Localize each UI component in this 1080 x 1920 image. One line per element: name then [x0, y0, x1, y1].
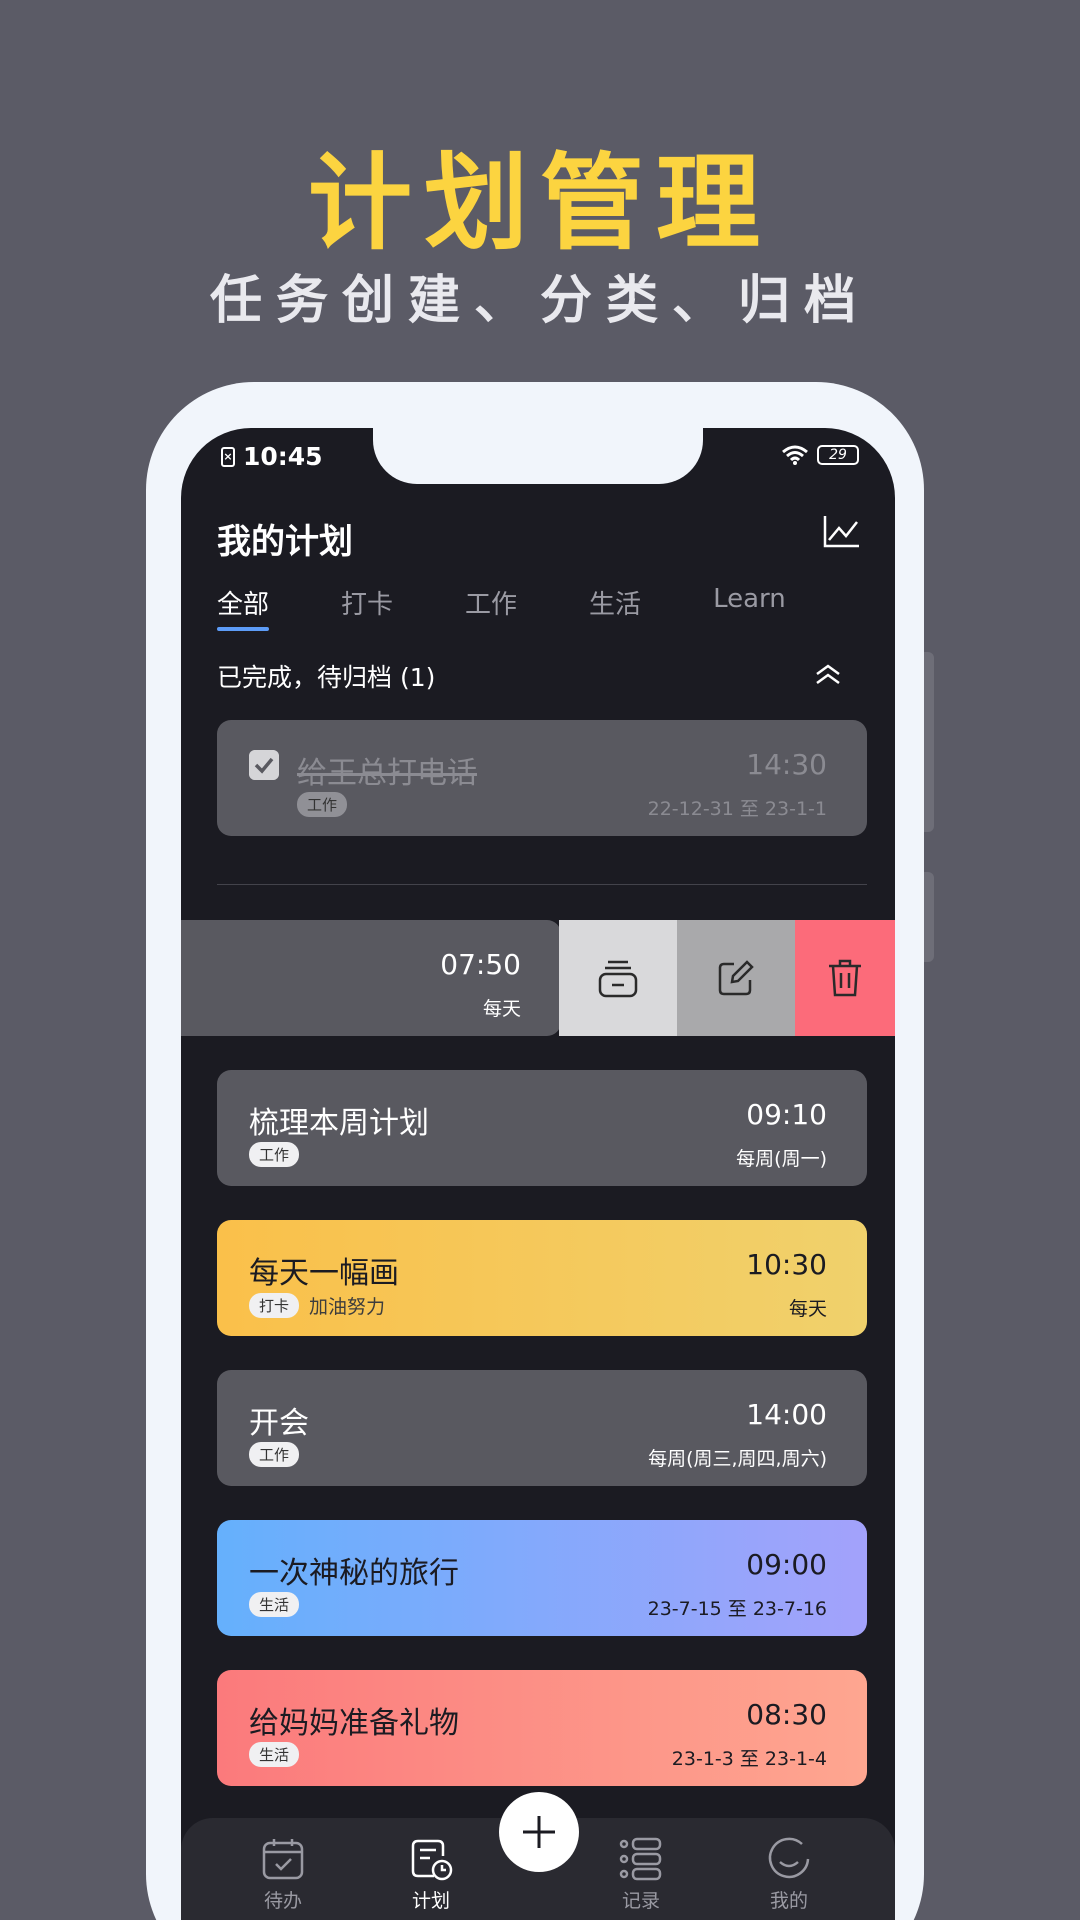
- nav-plan-label: 计划: [411, 1890, 450, 1912]
- category-tabs: 全部 打卡 工作 生活 Learn: [217, 584, 858, 631]
- plan-card[interactable]: 开会 14:00 工作 每周(周三,周四,周六): [217, 1370, 867, 1486]
- completed-plan-card[interactable]: 给王总打电话 14:30 工作 22-12-31 至 23-1-1: [217, 720, 867, 836]
- plan-card[interactable]: 一次神秘的旅行 09:00 生活 23-7-15 至 23-7-16: [217, 1520, 867, 1636]
- archive-icon: [598, 960, 638, 998]
- category-tag: 工作: [297, 792, 348, 817]
- chart-icon[interactable]: [821, 514, 861, 550]
- plan-title: 开会: [249, 1406, 309, 1441]
- plan-date-range: 23-1-3 至 23-1-4: [671, 1748, 827, 1770]
- edit-button[interactable]: [677, 920, 795, 1036]
- plan-time: 10:30: [746, 1248, 827, 1281]
- chevron-up-icon[interactable]: [813, 660, 843, 690]
- plan-date-range: 23-7-15 至 23-7-16: [647, 1598, 827, 1620]
- phone-screen: × 10:45 29 我的计划 全部 打卡 工作 生活 Learn 已完成，待归…: [181, 428, 895, 1920]
- nav-record[interactable]: 记录: [581, 1836, 701, 1913]
- swiped-plan-row[interactable]: 07:50 每天: [181, 920, 895, 1036]
- plan-card[interactable]: 给妈妈准备礼物 08:30 生活 23-1-3 至 23-1-4: [217, 1670, 867, 1786]
- tab-learn[interactable]: Learn: [713, 584, 786, 629]
- tab-all[interactable]: 全部: [217, 584, 270, 631]
- delete-button[interactable]: [795, 920, 895, 1036]
- plan-tag-row: 打卡 加油努力: [249, 1292, 385, 1319]
- nav-me[interactable]: 我的: [729, 1836, 849, 1913]
- plan-title: 给王总打电话: [297, 756, 477, 791]
- tab-life[interactable]: 生活: [589, 584, 641, 629]
- plan-title: 一次神秘的旅行: [249, 1556, 459, 1591]
- battery-icon: 29: [817, 445, 859, 465]
- plus-icon: [523, 1816, 555, 1848]
- plan-card[interactable]: 梳理本周计划 09:10 工作 每周(周一): [217, 1070, 867, 1186]
- plan-tag-row: 工作: [249, 1442, 300, 1467]
- plan-note: 加油努力: [309, 1296, 386, 1318]
- side-button-power: [924, 872, 934, 962]
- checkbox-checked-icon[interactable]: [249, 750, 279, 780]
- plan-title: 梳理本周计划: [249, 1106, 429, 1141]
- status-time: 10:45: [243, 442, 323, 471]
- plan-time: 14:00: [746, 1398, 827, 1431]
- tab-checkin[interactable]: 打卡: [341, 584, 393, 629]
- archive-button[interactable]: [559, 920, 677, 1036]
- category-tag: 生活: [249, 1592, 300, 1617]
- record-list-icon: [619, 1837, 662, 1881]
- plan-clock-icon: [411, 1839, 453, 1881]
- plan-tag-row: 生活: [249, 1742, 300, 1767]
- plan-title: 给妈妈准备礼物: [249, 1706, 459, 1741]
- edit-icon: [718, 960, 754, 996]
- plan-card[interactable]: 每天一幅画 10:30 打卡 加油努力 每天: [217, 1220, 867, 1336]
- category-tag: 工作: [249, 1442, 300, 1467]
- plan-repeat: 每天: [482, 998, 521, 1020]
- plan-time: 14:30: [746, 748, 827, 781]
- nav-plan[interactable]: 计划: [371, 1836, 491, 1913]
- hero-title: 计划管理: [307, 141, 772, 264]
- plan-time: 07:50: [440, 948, 521, 981]
- plan-time: 09:00: [746, 1548, 827, 1581]
- page-title: 我的计划: [217, 522, 353, 562]
- plan-date-range: 22-12-31 至 23-1-1: [647, 798, 827, 820]
- nav-record-label: 记录: [621, 1890, 660, 1912]
- nav-todo[interactable]: 待办: [223, 1836, 343, 1913]
- status-bar-left: × 10:45: [221, 442, 323, 471]
- trash-icon: [829, 959, 861, 997]
- swiped-plan-card[interactable]: 07:50 每天: [181, 920, 561, 1036]
- category-tag: 生活: [249, 1742, 300, 1767]
- divider: [217, 884, 867, 885]
- category-tag: 工作: [249, 1142, 300, 1167]
- plan-repeat: 每周(周一): [736, 1148, 827, 1170]
- side-button-volume: [924, 652, 934, 832]
- category-tag: 打卡: [249, 1293, 300, 1318]
- notch: [373, 428, 703, 484]
- nav-todo-label: 待办: [263, 1890, 302, 1912]
- wifi-icon: [782, 445, 808, 465]
- plan-tag-row: 工作: [297, 792, 348, 817]
- add-plan-button[interactable]: [499, 1792, 579, 1872]
- calendar-check-icon: [262, 1839, 304, 1880]
- status-bar-right: 29: [781, 444, 859, 466]
- plan-repeat: 每周(周三,周四,周六): [648, 1448, 827, 1470]
- plan-tag-row: 工作: [249, 1142, 300, 1167]
- nav-me-label: 我的: [769, 1890, 808, 1912]
- tab-work[interactable]: 工作: [465, 584, 517, 629]
- plan-time: 09:10: [746, 1098, 827, 1131]
- plan-tag-row: 生活: [249, 1592, 300, 1617]
- smile-icon: [768, 1837, 810, 1879]
- completed-section-label: 已完成，待归档 (1): [217, 663, 436, 692]
- plan-title: 每天一幅画: [249, 1256, 399, 1291]
- sim-icon: ×: [221, 446, 235, 467]
- plan-time: 08:30: [746, 1698, 827, 1731]
- plan-repeat: 每天: [788, 1298, 827, 1320]
- hero-subtitle: 任务创建、分类、归档: [209, 270, 870, 331]
